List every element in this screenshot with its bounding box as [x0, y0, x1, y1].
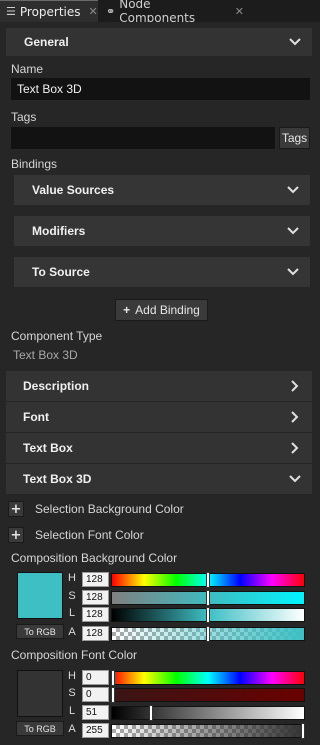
- category-general[interactable]: General: [6, 28, 312, 56]
- font-h-label: H: [68, 670, 76, 682]
- composition-bg-swatch[interactable]: [17, 572, 63, 619]
- font-saturation-marker[interactable]: [111, 687, 115, 703]
- chevron-down-icon: [288, 35, 302, 49]
- chevron-right-icon: [288, 441, 302, 455]
- bg-l-label: L: [68, 607, 76, 619]
- close-icon[interactable]: ✕: [235, 5, 244, 18]
- bg-saturation-marker[interactable]: [206, 590, 210, 606]
- font-l-label: L: [68, 705, 76, 717]
- category-general-label: General: [24, 35, 69, 49]
- font-s-input[interactable]: 0: [82, 687, 109, 702]
- tags-label: Tags: [11, 110, 37, 124]
- composition-bg-label: Composition Background Color: [11, 551, 178, 565]
- category-description[interactable]: Description: [6, 371, 312, 401]
- add-selection-font-color-button[interactable]: +: [8, 527, 24, 543]
- bg-hue-marker[interactable]: [206, 572, 210, 588]
- tab-properties-label: Properties: [19, 4, 81, 19]
- category-description-label: Description: [23, 379, 90, 393]
- bindings-modifiers-label: Modifiers: [32, 224, 86, 238]
- font-a-input[interactable]: 255: [82, 723, 109, 738]
- list-icon: ☰: [6, 5, 16, 18]
- bindings-label: Bindings: [11, 157, 58, 171]
- composition-font-label: Composition Font Color: [11, 648, 138, 662]
- component-type-label: Component Type: [11, 329, 103, 343]
- chevron-down-icon: [286, 183, 300, 197]
- bindings-modifiers[interactable]: Modifiers: [14, 216, 310, 246]
- chevron-right-icon: [288, 410, 302, 424]
- tags-button[interactable]: Tags: [279, 127, 310, 149]
- bindings-to-source[interactable]: To Source: [14, 257, 310, 287]
- category-font-label: Font: [23, 410, 49, 424]
- name-label: Name: [11, 62, 44, 76]
- bg-h-label: H: [68, 572, 76, 584]
- category-text-box[interactable]: Text Box: [6, 433, 312, 463]
- add-binding-button[interactable]: + Add Binding: [115, 299, 208, 321]
- bindings-value-sources-label: Value Sources: [32, 183, 115, 197]
- font-saturation-slider[interactable]: [111, 688, 305, 702]
- font-alpha-slider[interactable]: [111, 724, 305, 738]
- category-font[interactable]: Font: [6, 402, 312, 432]
- font-hue-marker[interactable]: [111, 670, 115, 686]
- font-s-label: S: [68, 687, 76, 699]
- bindings-to-source-label: To Source: [32, 265, 90, 279]
- font-a-label: A: [68, 723, 76, 735]
- bg-a-label: A: [68, 626, 76, 638]
- name-input[interactable]: Text Box 3D: [11, 78, 310, 100]
- composition-font-to-rgb-button[interactable]: To RGB: [16, 721, 64, 736]
- bindings-value-sources[interactable]: Value Sources: [14, 175, 310, 205]
- tab-node-components[interactable]: ⚭ Node Components ✕: [100, 0, 250, 25]
- chevron-down-icon: [286, 224, 300, 238]
- bg-h-input[interactable]: 128: [82, 572, 109, 587]
- composition-bg-to-rgb-button[interactable]: To RGB: [16, 624, 64, 639]
- bg-a-input[interactable]: 128: [82, 626, 109, 641]
- composition-font-swatch[interactable]: [17, 670, 63, 717]
- selection-font-color-label: Selection Font Color: [35, 528, 144, 542]
- category-text-box-3d[interactable]: Text Box 3D: [6, 464, 312, 494]
- component-type-value: Text Box 3D: [13, 348, 78, 362]
- add-binding-label: Add Binding: [135, 303, 200, 317]
- components-icon: ⚭: [106, 4, 116, 18]
- tags-input[interactable]: [11, 127, 275, 149]
- close-icon[interactable]: ✕: [89, 5, 98, 18]
- font-hue-slider[interactable]: [111, 671, 305, 685]
- category-text-box-label: Text Box: [23, 441, 73, 455]
- bg-l-input[interactable]: 128: [82, 607, 109, 622]
- font-h-input[interactable]: 0: [82, 670, 109, 685]
- bg-alpha-marker[interactable]: [206, 626, 210, 642]
- bg-s-label: S: [68, 590, 76, 602]
- bg-lightness-marker[interactable]: [206, 607, 210, 623]
- font-l-input[interactable]: 51: [82, 705, 109, 720]
- bg-s-input[interactable]: 128: [82, 590, 109, 605]
- font-alpha-marker[interactable]: [301, 723, 305, 739]
- font-lightness-marker[interactable]: [149, 705, 153, 721]
- plus-icon: +: [123, 303, 131, 317]
- add-selection-bg-color-button[interactable]: +: [8, 501, 24, 517]
- selection-bg-color-label: Selection Background Color: [35, 502, 184, 516]
- category-text-box-3d-label: Text Box 3D: [23, 472, 92, 486]
- chevron-right-icon: [288, 379, 302, 393]
- font-lightness-slider[interactable]: [111, 706, 305, 720]
- chevron-down-icon: [288, 472, 302, 486]
- tab-properties[interactable]: ☰ Properties ✕: [0, 0, 98, 22]
- chevron-down-icon: [286, 265, 300, 279]
